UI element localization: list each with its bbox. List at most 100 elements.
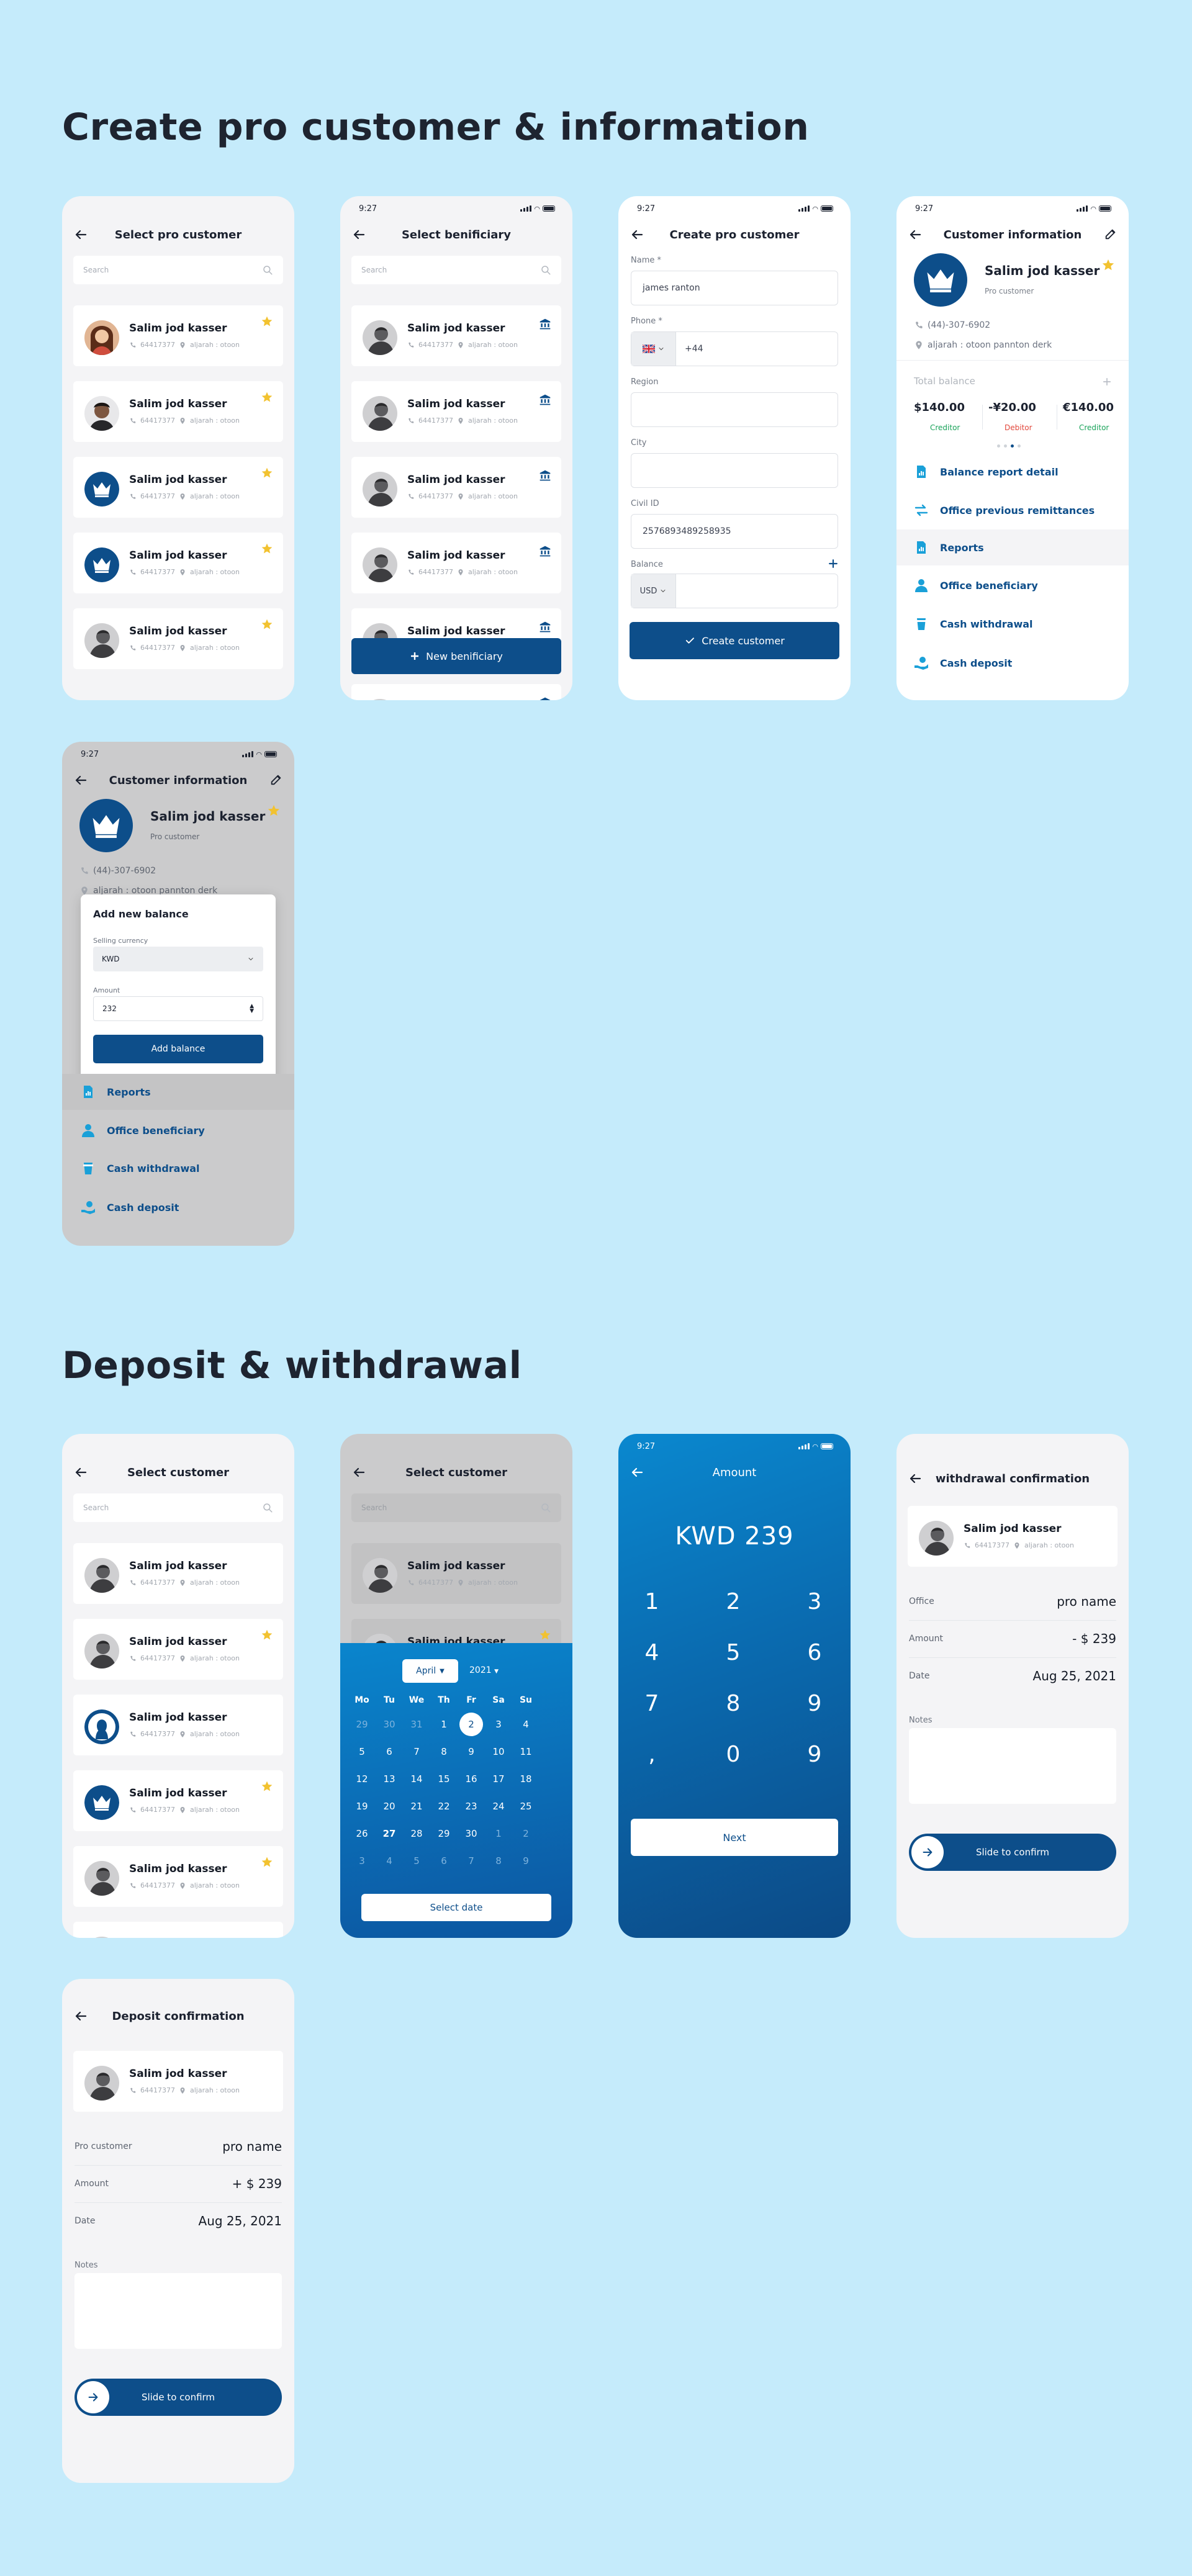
customer-card[interactable]: Salim jod kasser64417377aljarah : otoon [73, 533, 283, 593]
bank-icon[interactable] [539, 621, 551, 633]
star-icon[interactable] [261, 315, 273, 328]
bank-icon[interactable] [539, 469, 551, 482]
calendar-day[interactable]: 7 [405, 1740, 428, 1763]
calendar-day[interactable]: 17 [487, 1767, 510, 1791]
customer-card[interactable]: Salim jod kasser64417377aljarah : otoon [73, 1846, 283, 1907]
phone-field[interactable]: +44 [631, 331, 838, 366]
star-icon[interactable] [261, 467, 273, 479]
calendar-day[interactable]: 6 [432, 1849, 456, 1873]
amount-input[interactable]: 232 ▲ ▼ [93, 996, 263, 1021]
customer-card[interactable]: Salim jod kasser64417377aljarah : otoon [73, 1619, 283, 1680]
star-icon[interactable] [261, 391, 273, 403]
search-input[interactable]: Search [351, 1493, 561, 1522]
add-balance-icon[interactable] [827, 557, 839, 570]
calendar-day[interactable]: 13 [377, 1767, 401, 1791]
back-arrow-icon[interactable] [908, 1471, 923, 1486]
customer-card[interactable]: Salim jod kasser64417377aljarah : otoon [73, 1543, 283, 1604]
add-balance-button[interactable]: Add balance [93, 1035, 263, 1063]
year-select[interactable]: 2021 ▼ [469, 1665, 499, 1675]
bank-icon[interactable] [539, 318, 551, 330]
office-beneficiary-item[interactable]: Office beneficiary [914, 578, 1038, 593]
next-button[interactable]: Next [631, 1819, 838, 1856]
selling-currency-select[interactable]: KWD [93, 947, 263, 971]
create-customer-button[interactable]: Create customer [630, 622, 839, 659]
notes-field[interactable] [909, 1728, 1116, 1804]
calendar-day[interactable]: 1 [432, 1713, 456, 1736]
calendar-day[interactable]: 14 [405, 1767, 428, 1791]
back-arrow-icon[interactable] [73, 2009, 88, 2024]
keypad-key[interactable]: 1 [618, 1577, 689, 1626]
country-select[interactable] [631, 332, 676, 366]
calendar-day[interactable]: 25 [514, 1795, 538, 1818]
calendar-day[interactable]: 11 [514, 1740, 538, 1763]
reports-item[interactable]: Reports [914, 540, 984, 555]
selected-day[interactable]: 2 [459, 1713, 483, 1736]
customer-card[interactable]: Salim jod kasser64417377aljarah : otoon [351, 305, 561, 366]
back-arrow-icon[interactable] [73, 773, 88, 788]
customer-card[interactable]: Salim jod kasser64417377aljarah : otoon [73, 305, 283, 366]
customer-card[interactable]: Salim jod kasser64417377aljarah : otoon [73, 1695, 283, 1755]
back-arrow-icon[interactable] [73, 227, 88, 242]
calendar-day[interactable]: 22 [432, 1795, 456, 1818]
slider-knob[interactable] [911, 1836, 944, 1868]
calendar-day[interactable]: 30 [377, 1713, 401, 1736]
cash-deposit-item[interactable]: Cash deposit [81, 1200, 179, 1215]
calendar-day[interactable]: 16 [459, 1767, 483, 1791]
calendar-day[interactable]: 29 [350, 1713, 374, 1736]
slide-to-confirm[interactable]: Slide to confirm [74, 2379, 282, 2416]
calendar-day[interactable]: 3 [487, 1713, 510, 1736]
calendar-day[interactable]: 2 [514, 1822, 538, 1845]
month-select[interactable]: April ▼ [402, 1659, 458, 1683]
calendar-day[interactable]: 18 [514, 1767, 538, 1791]
calendar-day[interactable]: 10 [487, 1740, 510, 1763]
calendar-day[interactable]: 3 [350, 1849, 374, 1873]
calendar-day[interactable]: 15 [432, 1767, 456, 1791]
calendar-day[interactable]: 8 [432, 1740, 456, 1763]
name-field[interactable]: james ranton [631, 271, 838, 305]
slide-to-confirm[interactable]: Slide to confirm [909, 1834, 1116, 1871]
keypad-key[interactable]: 9 [777, 1729, 851, 1779]
calendar-day[interactable]: 28 [405, 1822, 428, 1845]
customer-card[interactable]: Salim jod kasser64417377aljarah : otoon [73, 1922, 283, 1938]
calendar-day[interactable]: 6 [377, 1740, 401, 1763]
calendar-day[interactable]: 8 [487, 1849, 510, 1873]
calendar-day[interactable]: 4 [514, 1713, 538, 1736]
cash-withdrawal-item[interactable]: Cash withdrawal [914, 616, 1033, 631]
new-beneficiary-button[interactable]: New benificiary [351, 638, 561, 674]
edit-icon[interactable] [1104, 227, 1118, 241]
back-arrow-icon[interactable] [908, 227, 923, 242]
keypad-key[interactable]: 5 [696, 1628, 770, 1677]
balance-report-detail-item[interactable]: Balance report detail [914, 464, 1059, 479]
stepper-icon[interactable]: ▲ ▼ [250, 1004, 254, 1014]
customer-card[interactable]: Salim jod kasser64417377aljarah : otoon [73, 1770, 283, 1831]
calendar-day[interactable]: 12 [350, 1767, 374, 1791]
keypad-key[interactable]: 2 [696, 1577, 770, 1626]
customer-card[interactable]: Salim jod kasser64417377aljarah : otoon [351, 1543, 561, 1604]
back-arrow-icon[interactable] [630, 1465, 644, 1480]
search-input[interactable]: Search [351, 256, 561, 284]
bank-icon[interactable] [539, 545, 551, 557]
keypad-key[interactable]: 7 [618, 1678, 689, 1728]
keypad-key[interactable]: 4 [618, 1628, 689, 1677]
calendar-day[interactable]: 1 [487, 1822, 510, 1845]
calendar-day[interactable]: 30 [459, 1822, 483, 1845]
calendar-day[interactable]: 21 [405, 1795, 428, 1818]
keypad-key[interactable]: 6 [777, 1628, 851, 1677]
calendar-day[interactable]: 7 [459, 1849, 483, 1873]
select-date-button[interactable]: Select date [361, 1894, 551, 1921]
star-icon[interactable] [261, 618, 273, 631]
star-icon[interactable] [261, 1856, 273, 1868]
customer-card[interactable]: Salim jod kasser64417377aljarah : otoon [73, 381, 283, 442]
calendar-day[interactable]: 29 [432, 1822, 456, 1845]
calendar-day[interactable]: 24 [487, 1795, 510, 1818]
calendar-day[interactable]: 5 [405, 1849, 428, 1873]
back-arrow-icon[interactable] [351, 227, 366, 242]
calendar-day[interactable]: 23 [459, 1795, 483, 1818]
back-arrow-icon[interactable] [73, 1465, 88, 1480]
add-icon[interactable] [1101, 376, 1113, 387]
region-field[interactable] [631, 392, 838, 427]
star-icon[interactable] [267, 804, 281, 817]
calendar-day[interactable]: 26 [350, 1822, 374, 1845]
keypad-key[interactable]: 8 [696, 1678, 770, 1728]
star-icon[interactable] [1101, 258, 1115, 272]
